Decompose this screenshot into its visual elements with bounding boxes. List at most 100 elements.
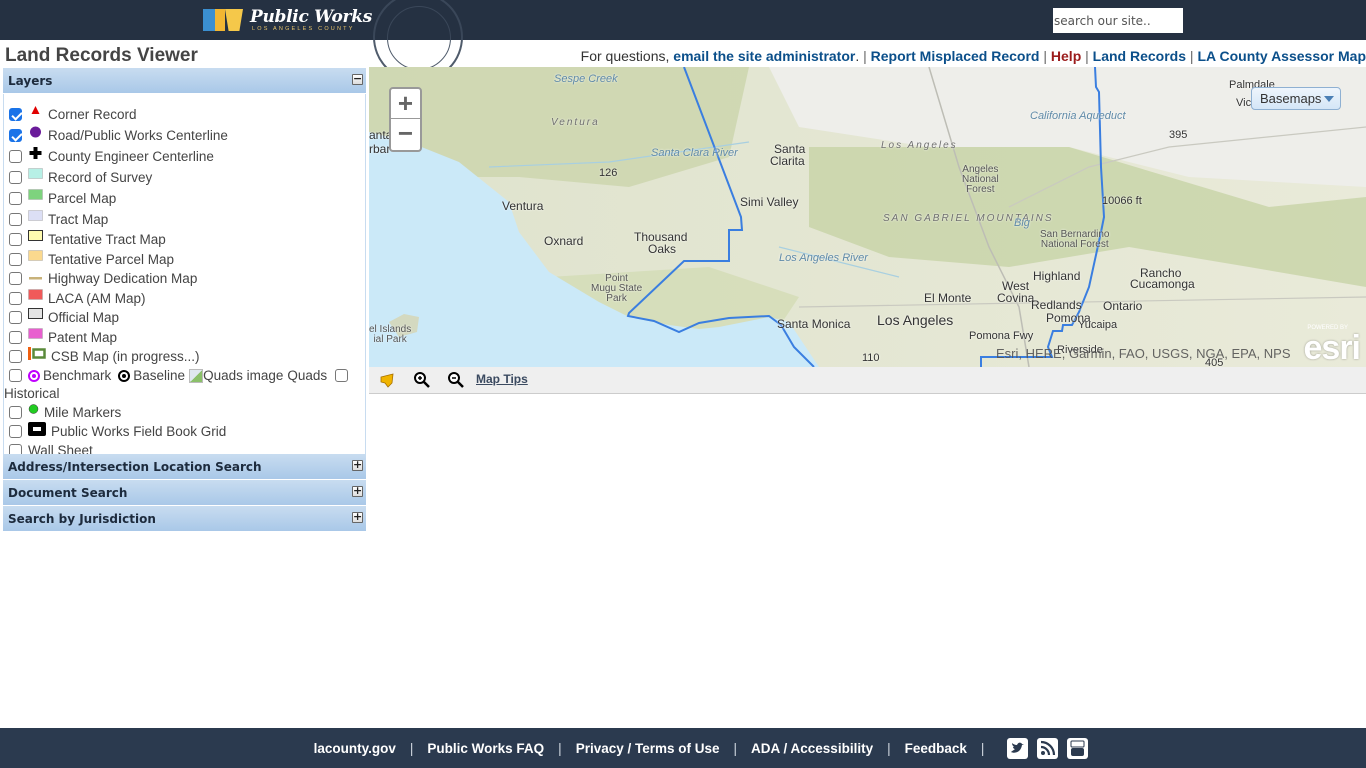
color-swatch-icon (28, 289, 43, 302)
layer-row[interactable]: Corner Record (9, 104, 365, 125)
top-links: For questions, email the site administra… (581, 48, 1366, 64)
layer-row[interactable]: Tentative Tract Map (9, 230, 365, 250)
layer-checkbox[interactable] (9, 311, 22, 325)
footer-link[interactable]: Privacy / Terms of Use (576, 741, 720, 756)
quads-checkbox[interactable] (335, 369, 349, 382)
layer-row[interactable]: CSB Map (in progress...) (9, 347, 365, 367)
layer-row[interactable]: Patent Map (9, 328, 365, 348)
expand-icon[interactable]: + (352, 511, 363, 523)
layer-row[interactable]: Public Works Field Book Grid (9, 421, 365, 441)
layer-label: CSB Map (in progress...) (51, 349, 200, 365)
layer-checkbox[interactable] (9, 350, 22, 364)
map-view[interactable]: Palmdale Victor Ventura Ventura Santa Clarita… (369, 67, 1366, 367)
map-zoom-in-button[interactable]: + (391, 89, 420, 119)
youtube-icon[interactable] (1067, 737, 1089, 759)
map-zoom-out-button[interactable]: − (391, 119, 420, 149)
layer-checkbox[interactable] (9, 192, 22, 205)
map-place-label: Oxnard (544, 234, 584, 248)
layer-label: Record of Survey (48, 170, 153, 185)
esri-logo[interactable]: esri (1304, 329, 1361, 367)
layer-row[interactable]: Tentative Parcel Map (9, 250, 365, 270)
public-works-logo[interactable]: Public Works LOS ANGELES COUNTY (203, 6, 372, 34)
layer-row-benchmark-baseline: Benchmark Baseline Quads image Quads (9, 367, 365, 385)
expand-icon[interactable]: + (352, 459, 363, 471)
map-place-label: 395 (1169, 129, 1188, 141)
layer-row[interactable]: Tract Map (9, 209, 365, 230)
help-link[interactable]: Help (1051, 48, 1081, 64)
map-place-label: Ontario (1103, 299, 1143, 313)
layer-row[interactable]: Mile Markers (9, 403, 365, 422)
twitter-icon[interactable] (1007, 737, 1029, 759)
layer-checkbox[interactable] (9, 171, 22, 184)
document-search-panel-header[interactable]: Document Search + (3, 480, 366, 506)
map-place-label: 10066 ft (1102, 195, 1142, 207)
identify-icon[interactable] (379, 371, 397, 389)
brand-subtitle: LOS ANGELES COUNTY (252, 25, 355, 32)
map-place-label: Ventura (502, 199, 544, 213)
map-place-label: Santa Monica (777, 317, 851, 331)
collapse-icon[interactable]: − (352, 73, 363, 85)
map-place-label: Highland (1033, 269, 1081, 283)
map-place-label: Angeles National Forest (962, 164, 999, 195)
quads-label: Quads (287, 368, 328, 383)
footer-link[interactable]: Feedback (905, 741, 967, 756)
basemaps-dropdown[interactable]: Basemaps (1251, 87, 1341, 110)
layer-row[interactable]: LACA (AM Map) (9, 289, 365, 309)
layer-checkbox[interactable] (9, 108, 22, 121)
jurisdiction-search-panel-header[interactable]: Search by Jurisdiction + (3, 506, 366, 532)
layer-checkbox[interactable] (9, 424, 22, 438)
layer-checkbox[interactable] (9, 129, 22, 142)
footer-link[interactable]: lacounty.gov (314, 741, 396, 756)
benchmark-checkbox[interactable] (9, 369, 22, 382)
layer-label: Tentative Tract Map (48, 232, 166, 248)
expand-icon[interactable]: + (352, 485, 363, 497)
address-search-title: Address/Intersection Location Search (8, 460, 262, 474)
layer-row[interactable]: Road/Public Works Centerline (9, 125, 365, 146)
layer-row[interactable]: Parcel Map (9, 188, 365, 209)
layer-row[interactable]: County Engineer Centerline (9, 146, 365, 167)
basemap-graphic (369, 67, 1366, 367)
layers-list: Corner Record Road/Public Works Centerlin… (3, 94, 366, 458)
footer-link[interactable]: Public Works FAQ (427, 741, 544, 756)
map-place-label: Big (1014, 217, 1030, 229)
color-swatch-icon (28, 168, 43, 181)
triangle-icon (28, 105, 43, 118)
separator: | (1085, 48, 1089, 64)
map-place-label: Oaks (648, 242, 677, 256)
map-zoom-control: + − (389, 87, 422, 152)
layer-checkbox[interactable] (9, 213, 22, 226)
layer-row[interactable]: Official Map (9, 308, 365, 328)
circle-icon (28, 126, 43, 139)
site-search-input[interactable] (1053, 8, 1183, 33)
report-misplaced-record-link[interactable]: Report Misplaced Record (871, 48, 1040, 64)
map-tips-link[interactable]: Map Tips (476, 372, 528, 386)
rss-icon[interactable] (1037, 737, 1059, 759)
land-records-link[interactable]: Land Records (1093, 48, 1186, 64)
magnifier-zoom-in-icon[interactable] (413, 371, 431, 389)
map-place-label: Redlands (1031, 298, 1082, 312)
baseline-radio[interactable] (118, 369, 131, 382)
layers-panel-header[interactable]: Layers − (3, 68, 366, 94)
assessor-map-link[interactable]: LA County Assessor Map (1197, 48, 1366, 64)
email-admin-link[interactable]: email the site administrator (673, 48, 855, 64)
footer-link[interactable]: ADA / Accessibility (751, 741, 873, 756)
layer-label: Parcel Map (48, 191, 117, 206)
layer-label: County Engineer Centerline (48, 149, 214, 164)
layer-row[interactable]: Record of Survey (9, 167, 365, 188)
magnifier-zoom-out-icon[interactable] (447, 371, 465, 389)
map-place-label: 110 (862, 352, 880, 364)
layer-checkbox[interactable] (9, 272, 22, 286)
separator: | (863, 48, 867, 64)
layer-checkbox[interactable] (9, 330, 22, 344)
layer-checkbox[interactable] (9, 150, 22, 163)
layer-row[interactable]: Highway Dedication Map (9, 269, 365, 289)
baseline-label: Baseline (133, 368, 186, 383)
color-swatch-icon (28, 189, 43, 202)
historical-label: Historical (4, 385, 60, 401)
layer-checkbox[interactable] (9, 252, 22, 266)
address-search-panel-header[interactable]: Address/Intersection Location Search + (3, 454, 366, 480)
layer-checkbox[interactable] (9, 291, 22, 305)
layer-checkbox[interactable] (9, 233, 22, 247)
layer-checkbox[interactable] (9, 405, 22, 419)
map-place-label: Clarita (770, 154, 805, 168)
